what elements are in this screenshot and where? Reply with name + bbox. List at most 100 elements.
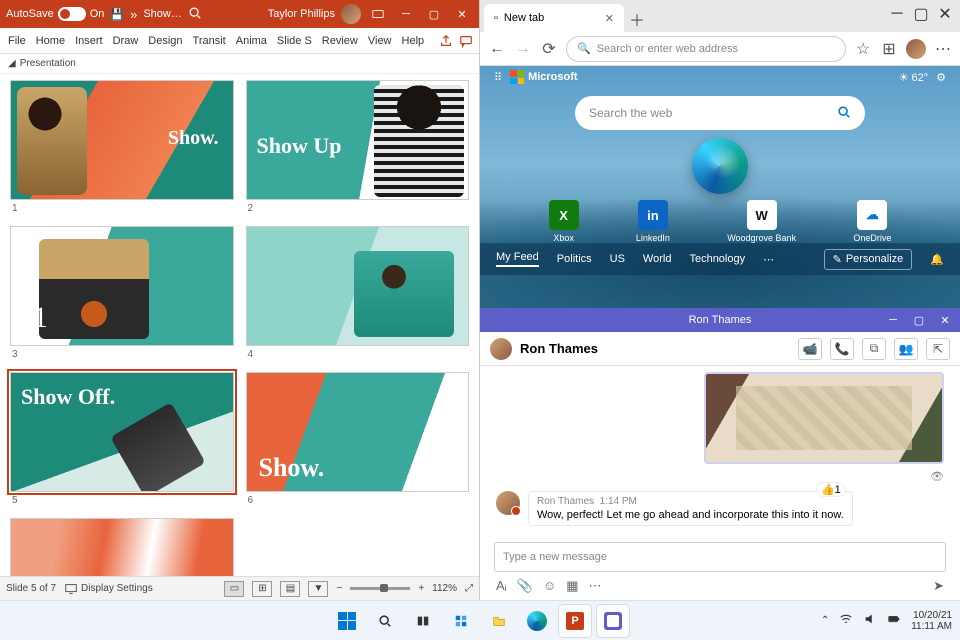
feed-tab-myfeed[interactable]: My Feed — [496, 251, 539, 267]
chat-scroll[interactable]: 👁 👍1 Ron Thames 1:14 PM Wow, perfect! Le… — [480, 366, 960, 538]
msg-avatar[interactable] — [496, 491, 520, 515]
autosave-toggle[interactable]: AutoSave On — [6, 7, 104, 21]
feed-tab-world[interactable]: World — [643, 253, 672, 265]
new-tab-button[interactable]: ＋ — [624, 6, 650, 32]
more-icon[interactable]: ⋯ — [588, 578, 601, 594]
ntp-search-box[interactable]: Search the web — [575, 96, 865, 130]
start-button[interactable] — [331, 605, 363, 637]
teams-share-icon[interactable] — [367, 4, 389, 24]
chevron-icon[interactable]: » — [130, 7, 137, 22]
tab-slideshow[interactable]: Slide S — [273, 32, 316, 50]
slide-thumbnail[interactable]: Show Off. — [10, 372, 234, 492]
share-icon[interactable] — [437, 32, 455, 50]
minimize-button[interactable]: ─ — [395, 4, 417, 24]
send-icon[interactable]: ➤ — [933, 578, 944, 594]
powerpoint-icon[interactable]: P — [559, 605, 591, 637]
slide-thumbnail[interactable]: Show Up — [246, 80, 470, 200]
tab-home[interactable]: Home — [32, 32, 69, 50]
quick-link[interactable]: ☁OneDrive — [853, 200, 891, 243]
tab-review[interactable]: Review — [318, 32, 362, 50]
close-button[interactable]: ✕ — [451, 4, 473, 24]
section-header[interactable]: ◢Presentation — [0, 54, 479, 74]
video-call-icon[interactable]: 📹 — [798, 338, 822, 360]
display-settings[interactable]: Display Settings — [64, 582, 153, 596]
slide-sorter[interactable]: Show.1Show Up21134Show Off.5Show.6 — [0, 74, 479, 576]
zoom-slider[interactable] — [350, 587, 410, 590]
minimize-button[interactable]: ─ — [882, 310, 904, 330]
collections-icon[interactable]: ⊞ — [880, 40, 898, 58]
search-icon[interactable] — [188, 6, 202, 23]
contact-avatar[interactable] — [490, 338, 512, 360]
personalize-button[interactable]: ✎ Personalize — [824, 249, 913, 270]
apps-icon[interactable]: ⠿ — [494, 71, 502, 84]
slide-thumbnail[interactable]: 11 — [10, 226, 234, 346]
audio-call-icon[interactable]: 📞 — [830, 338, 854, 360]
favorites-icon[interactable]: ☆ — [854, 40, 872, 58]
msg-bubble[interactable]: 👍1 Ron Thames 1:14 PM Wow, perfect! Let … — [528, 491, 853, 526]
minimize-button[interactable]: ─ — [886, 4, 908, 24]
emoji-icon[interactable]: ☺ — [543, 578, 556, 594]
weather-widget[interactable]: ☀ 62° — [899, 71, 929, 84]
feed-tab-more[interactable]: ⋯ — [763, 253, 774, 266]
message-input[interactable]: Type a new message — [494, 542, 946, 572]
tab-animations[interactable]: Anima — [232, 32, 271, 50]
tray-chevron-icon[interactable]: ⌃ — [821, 615, 829, 626]
gif-icon[interactable]: ▦ — [566, 578, 578, 594]
screenshare-icon[interactable]: ⧉ — [862, 338, 886, 360]
maximize-button[interactable]: ▢ — [423, 4, 445, 24]
zoom-out-icon[interactable]: − — [336, 583, 342, 594]
save-icon[interactable]: 💾 — [110, 8, 124, 21]
feed-tab-politics[interactable]: Politics — [557, 253, 592, 265]
user-name[interactable]: Taylor Phillips — [268, 8, 335, 20]
notifications-icon[interactable]: 🔔 — [930, 253, 944, 266]
shared-image[interactable] — [704, 372, 944, 464]
fit-icon[interactable]: ⤢ — [465, 583, 473, 594]
tab-transitions[interactable]: Transit — [189, 32, 230, 50]
format-icon[interactable]: Aᵢ — [496, 578, 507, 594]
battery-icon[interactable] — [887, 612, 901, 629]
volume-icon[interactable] — [863, 612, 877, 629]
doc-title[interactable]: Show… — [143, 8, 182, 20]
comments-icon[interactable] — [457, 32, 475, 50]
quick-link[interactable]: inLinkedIn — [636, 200, 670, 243]
add-people-icon[interactable]: 👥 — [894, 338, 918, 360]
browser-tab[interactable]: ▫ New tab ✕ — [484, 4, 624, 32]
quick-link[interactable]: WWoodgrove Bank — [727, 200, 796, 243]
slide-thumbnail[interactable]: Show. — [246, 372, 470, 492]
feed-tab-technology[interactable]: Technology — [689, 253, 745, 265]
refresh-icon[interactable]: ⟳ — [540, 40, 558, 58]
attach-icon[interactable]: 📎 — [517, 578, 533, 594]
taskview-icon[interactable] — [407, 605, 439, 637]
search-icon[interactable] — [837, 105, 851, 122]
back-icon[interactable]: ← — [488, 40, 506, 58]
tab-help[interactable]: Help — [398, 32, 429, 50]
profile-avatar[interactable] — [906, 39, 926, 59]
menu-icon[interactable]: ⋯ — [934, 40, 952, 58]
slide-thumbnail[interactable] — [10, 518, 234, 576]
close-button[interactable]: ✕ — [934, 310, 956, 330]
slide-thumbnail[interactable]: Show. — [10, 80, 234, 200]
tab-view[interactable]: View — [364, 32, 396, 50]
normal-view-icon[interactable]: ▭ — [224, 581, 244, 597]
quick-link[interactable]: XXbox — [549, 200, 579, 243]
teams-icon[interactable] — [597, 605, 629, 637]
close-button[interactable]: ✕ — [934, 4, 956, 24]
contact-name[interactable]: Ron Thames — [520, 341, 598, 356]
tab-insert[interactable]: Insert — [71, 32, 107, 50]
slideshow-view-icon[interactable]: ▼ — [308, 581, 328, 597]
tab-file[interactable]: File — [4, 32, 30, 50]
zoom-in-icon[interactable]: + — [418, 583, 424, 594]
zoom-level[interactable]: 112% — [432, 583, 457, 594]
slide-thumbnail[interactable] — [246, 226, 470, 346]
microsoft-logo[interactable]: Microsoft — [510, 70, 578, 84]
taskbar[interactable]: P ⌃ 10/20/21 11:11 AM — [0, 600, 960, 640]
search-icon[interactable] — [369, 605, 401, 637]
maximize-button[interactable]: ▢ — [910, 4, 932, 24]
tab-design[interactable]: Design — [144, 32, 186, 50]
clock[interactable]: 10/20/21 11:11 AM — [911, 610, 952, 632]
address-bar[interactable]: 🔍 Search or enter web address — [566, 36, 846, 62]
tab-draw[interactable]: Draw — [109, 32, 143, 50]
wifi-icon[interactable] — [839, 612, 853, 629]
toggle-switch[interactable] — [58, 7, 86, 21]
reading-view-icon[interactable]: ▤ — [280, 581, 300, 597]
